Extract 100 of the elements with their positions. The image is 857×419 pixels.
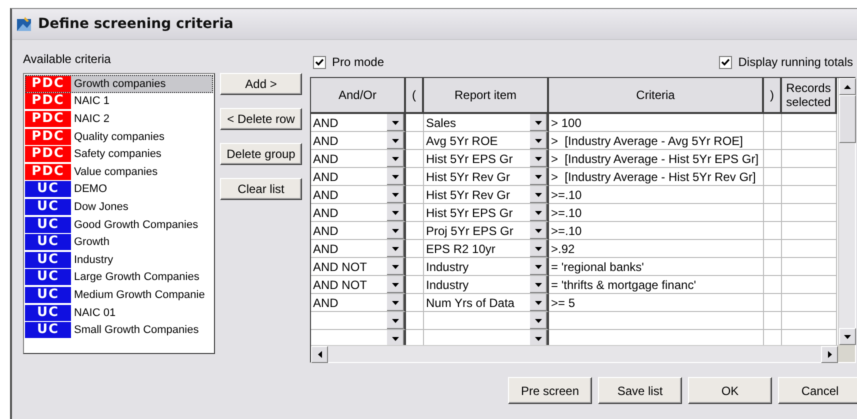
report-item-dropdown[interactable]: EPS R2 10yr — [424, 240, 549, 258]
table-cell — [764, 240, 782, 258]
operator-dropdown[interactable] — [311, 312, 406, 330]
checkbox-label: Display running totals — [738, 55, 853, 69]
caret-icon — [392, 246, 399, 250]
report-item-dropdown[interactable]: Industry — [424, 276, 549, 294]
window-title: Define screening criteria — [38, 16, 234, 32]
ok-button[interactable]: OK — [688, 377, 772, 404]
caret-icon — [392, 300, 399, 304]
table-cell — [764, 222, 782, 240]
table-cell — [782, 312, 837, 330]
operator-dropdown[interactable]: AND — [311, 132, 406, 150]
source-badge: PDC — [25, 128, 71, 145]
caret-icon — [392, 138, 399, 142]
criteria-item[interactable]: UC Medium Growth Companie — [25, 286, 213, 304]
cancel-button[interactable]: Cancel — [778, 377, 857, 404]
report-item-dropdown[interactable]: Avg 5Yr ROE — [424, 132, 549, 150]
table-cell — [782, 240, 837, 258]
list-label: Available criteria — [23, 52, 112, 66]
left-arrow-icon — [318, 351, 322, 358]
operator-dropdown[interactable]: AND — [311, 150, 406, 168]
operator-dropdown[interactable]: AND — [311, 294, 406, 312]
criteria-item[interactable]: PDC Quality companies — [25, 128, 213, 146]
operator-dropdown[interactable]: AND — [311, 204, 406, 222]
operator-dropdown[interactable]: AND — [311, 186, 406, 204]
delete-row-button[interactable]: < Delete row — [220, 108, 302, 130]
table-cell — [782, 132, 837, 150]
caret-icon — [535, 192, 542, 196]
save-list-button[interactable]: Save list — [598, 377, 682, 404]
operator-dropdown[interactable]: AND NOT — [311, 258, 406, 276]
table-cell — [782, 114, 837, 132]
table-cell — [406, 294, 424, 312]
operator-dropdown[interactable]: AND — [311, 240, 406, 258]
criteria-item[interactable]: UC Dow Jones — [25, 198, 213, 216]
caret-icon — [392, 336, 399, 340]
caret-icon — [535, 120, 542, 124]
caret-icon — [535, 300, 542, 304]
criteria-item[interactable]: PDC Growth companies — [25, 75, 213, 93]
checkbox[interactable] — [313, 56, 326, 68]
up-arrow-icon — [844, 84, 851, 88]
add-button[interactable]: Add > — [220, 73, 302, 95]
report-item-dropdown[interactable]: Hist 5Yr Rev Gr — [424, 168, 549, 186]
criteria-item[interactable]: UC Good Growth Companies — [25, 216, 213, 234]
criteria-item[interactable]: UC Growth — [25, 233, 213, 251]
criteria-item[interactable]: PDC Value companies — [25, 162, 213, 181]
criteria-item[interactable]: PDC NAIC 2 — [25, 110, 213, 128]
caret-icon — [392, 264, 399, 268]
column-header: Records selected — [782, 78, 837, 114]
table-cell: > [Industry Average - Hist 5Yr Rev Gr] — [549, 168, 764, 186]
clear-list-button[interactable]: Clear list — [220, 178, 302, 200]
table-cell: >=.10 — [549, 204, 764, 222]
caret-icon — [392, 156, 399, 160]
table-cell — [764, 312, 782, 330]
caret-icon — [535, 264, 542, 268]
operator-dropdown[interactable]: AND — [311, 114, 406, 132]
table-cell — [782, 276, 837, 294]
vertical-scrollbar[interactable] — [838, 78, 855, 345]
table-cell — [764, 132, 782, 150]
caret-icon — [535, 228, 542, 232]
table-cell — [782, 186, 837, 204]
operator-dropdown[interactable]: AND — [311, 168, 406, 186]
source-badge: PDC — [25, 146, 71, 162]
report-item-dropdown[interactable]: Sales — [424, 114, 549, 132]
report-item-dropdown[interactable]: Hist 5Yr EPS Gr — [424, 204, 549, 222]
operator-dropdown[interactable]: AND — [311, 222, 406, 240]
report-item-dropdown[interactable] — [424, 312, 549, 330]
table-cell — [782, 168, 837, 186]
table-cell — [764, 204, 782, 222]
source-badge: UC — [25, 286, 71, 303]
table-cell: > 100 — [549, 114, 764, 132]
criteria-item[interactable]: UC Large Growth Companies — [25, 268, 213, 286]
criteria-item[interactable]: UC DEMO — [25, 180, 213, 198]
pre-screen-button[interactable]: Pre screen — [508, 377, 592, 404]
horizontal-scrollbar[interactable] — [311, 345, 838, 362]
scroll-thumb[interactable] — [839, 95, 856, 143]
checkbox[interactable] — [719, 56, 732, 68]
report-item-dropdown[interactable]: Industry — [424, 258, 549, 276]
report-item-dropdown[interactable]: Num Yrs of Data — [424, 294, 549, 312]
table-cell — [764, 186, 782, 204]
report-item-dropdown[interactable]: Hist 5Yr Rev Gr — [424, 186, 549, 204]
table-cell: >= 5 — [549, 294, 764, 312]
delete-group-button[interactable]: Delete group — [220, 143, 302, 165]
source-badge: UC — [25, 181, 71, 198]
source-badge: UC — [25, 234, 71, 250]
column-header: Criteria — [549, 78, 764, 114]
operator-dropdown[interactable]: AND NOT — [311, 276, 406, 294]
source-badge: PDC — [25, 110, 71, 127]
report-item-dropdown[interactable]: Proj 5Yr EPS Gr — [424, 222, 549, 240]
criteria-item[interactable]: UC NAIC 01 — [25, 304, 213, 322]
criteria-item[interactable]: PDC NAIC 1 — [25, 92, 213, 110]
criteria-item[interactable]: UC Small Growth Companies — [25, 321, 213, 339]
table-cell — [764, 150, 782, 168]
column-header: ) — [764, 78, 782, 114]
table-cell — [406, 222, 424, 240]
criteria-item[interactable]: UC Industry — [25, 250, 213, 269]
table-cell: > [Industry Average - Avg 5Yr ROE] — [549, 132, 764, 150]
criteria-item[interactable]: PDC Safety companies — [25, 145, 213, 163]
report-item-dropdown[interactable]: Hist 5Yr EPS Gr — [424, 150, 549, 168]
caret-icon — [844, 334, 851, 338]
caret-icon — [535, 156, 542, 160]
